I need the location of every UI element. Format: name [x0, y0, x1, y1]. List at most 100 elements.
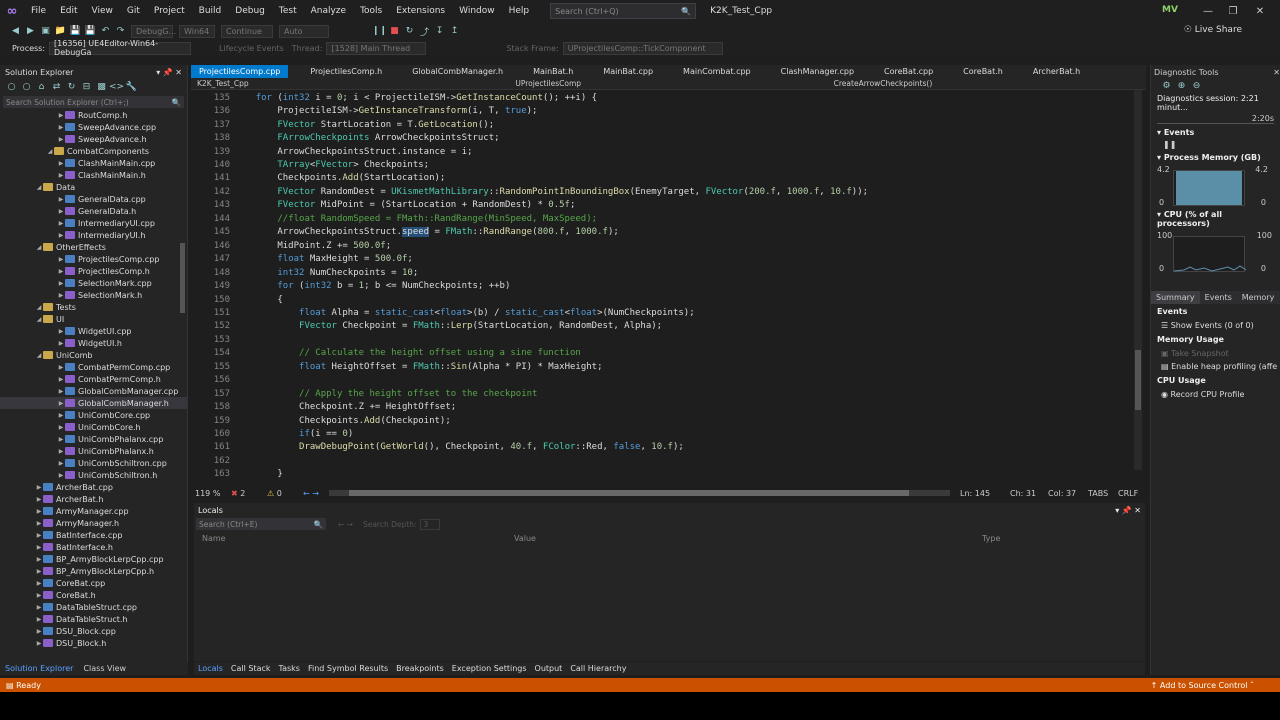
expand-arrow-icon[interactable]: ◢: [46, 148, 54, 155]
code-view-icon[interactable]: <>: [109, 80, 124, 94]
restart-icon[interactable]: ↻: [402, 24, 417, 38]
tree-item[interactable]: ◢ Data: [0, 181, 187, 193]
menu-extensions[interactable]: Extensions: [389, 6, 452, 16]
save-all-icon[interactable]: 💾: [83, 24, 98, 38]
collapse-arrow-icon[interactable]: ▶: [57, 340, 65, 347]
code-line[interactable]: 153: [191, 333, 1131, 347]
tree-item[interactable]: ▶ CombatPermComp.h: [0, 373, 187, 385]
home-icon[interactable]: ⌂: [34, 80, 49, 94]
collapse-arrow-icon[interactable]: ▶: [57, 268, 65, 275]
nav-arrows[interactable]: ← →: [338, 520, 353, 529]
collapse-arrow-icon[interactable]: ▶: [57, 172, 65, 179]
tree-item[interactable]: ▶ BatInterface.h: [0, 541, 187, 553]
minimize-icon[interactable]: —: [1198, 3, 1218, 19]
timeline-ruler[interactable]: 2:20s: [1157, 114, 1274, 124]
expand-arrow-icon[interactable]: ◢: [35, 304, 43, 311]
record-cpu-button[interactable]: ◉ Record CPU Profile: [1151, 388, 1280, 401]
tab-class-view[interactable]: Class View: [78, 662, 131, 675]
show-events-link[interactable]: ☰ Show Events (0 of 0): [1151, 319, 1280, 332]
code-line[interactable]: 163 }: [191, 468, 1131, 482]
collapse-arrow-icon[interactable]: ▶: [57, 196, 65, 203]
tab-output[interactable]: Output: [531, 662, 567, 675]
close-icon[interactable]: ✕: [1250, 3, 1270, 19]
collapse-arrow-icon[interactable]: ▶: [57, 412, 65, 419]
forward-icon[interactable]: ▶: [23, 24, 38, 38]
nav-arrows[interactable]: ← →: [303, 489, 319, 498]
close-icon[interactable]: ✕: [1134, 506, 1141, 515]
new-file-icon[interactable]: ▣: [38, 24, 53, 38]
tab-mainbat-cpp[interactable]: MainBat.cpp: [595, 65, 661, 78]
collapse-arrow-icon[interactable]: ▶: [57, 364, 65, 371]
code-line[interactable]: 148 int32 NumCheckpoints = 10;: [191, 266, 1131, 280]
lifecycle-events[interactable]: Lifecycle Events: [219, 44, 284, 53]
code-line[interactable]: 157 // Apply the height offset to the ch…: [191, 387, 1131, 401]
tree-item[interactable]: ▶ DataTableStruct.h: [0, 613, 187, 625]
cpu-section[interactable]: ▾ CPU (% of all processors): [1151, 207, 1280, 231]
tree-item[interactable]: ▶ BP_ArmyBlockLerpCpp.cpp: [0, 553, 187, 565]
redo-icon[interactable]: ↷: [113, 24, 128, 38]
code-line[interactable]: 151 float Alpha = static_cast<float>(b) …: [191, 306, 1131, 320]
tree-item[interactable]: ▶ SelectionMark.cpp: [0, 277, 187, 289]
code-line[interactable]: 160 if(i == 0): [191, 427, 1131, 441]
code-line[interactable]: 150 {: [191, 293, 1131, 307]
tree-item[interactable]: ▶ GeneralData.cpp: [0, 193, 187, 205]
collapse-arrow-icon[interactable]: ▶: [35, 520, 43, 527]
code-line[interactable]: 137 FVector StartLocation = T.GetLocatio…: [191, 118, 1131, 132]
collapse-arrow-icon[interactable]: ▶: [35, 496, 43, 503]
menu-view[interactable]: View: [85, 6, 120, 16]
tree-item[interactable]: ▶ BatInterface.cpp: [0, 529, 187, 541]
collapse-arrow-icon[interactable]: ▶: [35, 568, 43, 575]
col-type[interactable]: Type: [982, 534, 1000, 543]
code-line[interactable]: 146 MidPoint.Z += 500.0f;: [191, 239, 1131, 253]
code-line[interactable]: 144 //float RandomSpeed = FMath::RandRan…: [191, 212, 1131, 226]
tab-maincombat-cpp[interactable]: MainCombat.cpp: [675, 65, 759, 78]
platform-select[interactable]: Win64: [179, 24, 215, 38]
menu-debug[interactable]: Debug: [228, 6, 272, 16]
collapse-arrow-icon[interactable]: ▶: [57, 472, 65, 479]
tree-item[interactable]: ▶ UniCombCore.cpp: [0, 409, 187, 421]
menu-test[interactable]: Test: [272, 6, 304, 16]
nav-project-select[interactable]: K2K_Test_Cpp: [191, 79, 509, 88]
pin-icon[interactable]: ▾ 📌: [1115, 506, 1134, 515]
tab-call-stack[interactable]: Call Stack: [227, 662, 275, 675]
code-line[interactable]: 161 DrawDebugPoint(GetWorld(), Checkpoin…: [191, 441, 1131, 455]
locals-search-input[interactable]: Search (Ctrl+E) 🔍: [196, 518, 326, 530]
tree-item[interactable]: ▶ IntermediaryUI.h: [0, 229, 187, 241]
code-line[interactable]: 142 FVector RandomDest = UKismetMathLibr…: [191, 185, 1131, 199]
pause-icon[interactable]: ❙❙: [372, 24, 387, 38]
tab-projectilescomp-cpp[interactable]: ProjectilesComp.cpp: [191, 65, 289, 78]
continue-button[interactable]: Continue: [221, 24, 273, 38]
tab-call-hierarchy[interactable]: Call Hierarchy: [566, 662, 630, 675]
collapse-arrow-icon[interactable]: ▶: [57, 280, 65, 287]
live-share-button[interactable]: ☉ Live Share: [1184, 25, 1242, 35]
menu-window[interactable]: Window: [452, 6, 502, 16]
code-line[interactable]: 154 // Calculate the height offset using…: [191, 347, 1131, 361]
code-line[interactable]: 143 FVector MidPoint = (StartLocation + …: [191, 199, 1131, 213]
tab-breakpoints[interactable]: Breakpoints: [392, 662, 448, 675]
tab-find-symbol-results[interactable]: Find Symbol Results: [304, 662, 392, 675]
collapse-arrow-icon[interactable]: ▶: [57, 160, 65, 167]
tab-archerbat-h[interactable]: ArcherBat.h: [1025, 65, 1088, 78]
tree-item[interactable]: ▶ ArcherBat.cpp: [0, 481, 187, 493]
indent-mode[interactable]: TABS: [1088, 489, 1118, 498]
tree-item[interactable]: ▶ DataTableStruct.cpp: [0, 601, 187, 613]
search-depth-select[interactable]: 3: [420, 518, 441, 530]
menu-git[interactable]: Git: [120, 6, 147, 16]
collapse-arrow-icon[interactable]: ▶: [57, 436, 65, 443]
collapse-arrow-icon[interactable]: ▶: [57, 460, 65, 467]
expand-arrow-icon[interactable]: ◢: [35, 184, 43, 191]
collapse-icon[interactable]: ⊟: [79, 80, 94, 94]
tree-item[interactable]: ▶ ArmyManager.cpp: [0, 505, 187, 517]
collapse-arrow-icon[interactable]: ▶: [57, 112, 65, 119]
code-line[interactable]: 140 TArray<FVector> Checkpoints;: [191, 158, 1131, 172]
collapse-arrow-icon[interactable]: ▶: [35, 508, 43, 515]
back-icon[interactable]: ○: [4, 80, 19, 94]
tree-item[interactable]: ▶ CombatPermComp.cpp: [0, 361, 187, 373]
code-line[interactable]: 135 for (int32 i = 0; i < ProjectileISM-…: [191, 91, 1131, 105]
collapse-arrow-icon[interactable]: ▶: [35, 592, 43, 599]
tree-item[interactable]: ▶ ProjectilesComp.cpp: [0, 253, 187, 265]
tree-item[interactable]: ▶ UniCombSchiltron.cpp: [0, 457, 187, 469]
thread-select[interactable]: [1528] Main Thread: [326, 41, 427, 55]
collapse-arrow-icon[interactable]: ▶: [35, 616, 43, 623]
collapse-arrow-icon[interactable]: ▶: [35, 628, 43, 635]
